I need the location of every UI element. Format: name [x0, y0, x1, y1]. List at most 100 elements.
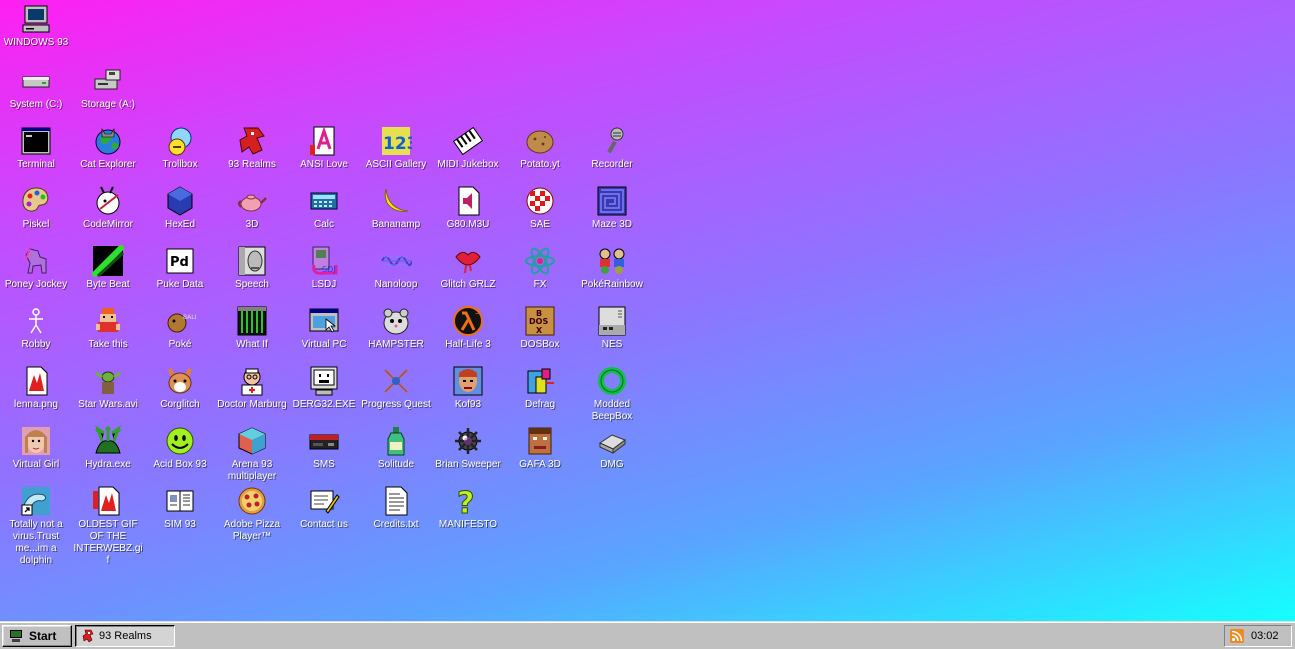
doomguy-icon — [524, 425, 556, 457]
sim-93-icon[interactable]: SIM 93 — [144, 485, 216, 531]
green-grid-icon — [236, 305, 268, 337]
maze-3d-icon[interactable]: Maze 3D — [576, 185, 648, 231]
svg-text:123: 123 — [383, 134, 412, 154]
image-file-icon — [20, 365, 52, 397]
solitude-icon[interactable]: Solitude — [360, 425, 432, 471]
hampster-icon[interactable]: HAMPSTER — [360, 305, 432, 351]
sms-icon[interactable]: SMS — [288, 425, 360, 471]
recorder-icon[interactable]: Recorder — [576, 125, 648, 171]
corgi-icon — [164, 365, 196, 397]
gafa-3d-icon[interactable]: GAFA 3D — [504, 425, 576, 471]
half-life-3-icon[interactable]: 3 Half-Life 3 — [432, 305, 504, 351]
icon-label: Potato.yt — [520, 159, 560, 170]
windows93-icon[interactable]: WINDOWS 93 — [0, 3, 72, 49]
93-realms-icon[interactable]: 93 Realms — [216, 125, 288, 171]
cat-explorer-icon[interactable]: Cat Explorer — [72, 125, 144, 171]
desktop: WINDOWS 93 System (C:) Storage (A:) Termina… — [0, 0, 1295, 621]
dmg-icon[interactable]: DMG — [576, 425, 648, 471]
oldest-gif-icon[interactable]: OLDEST GIF OF THE INTERWEBZ.gif — [72, 485, 144, 567]
storage-a-icon[interactable]: Storage (A:) — [72, 65, 144, 111]
glitch-grlz-icon[interactable]: Glitch GRLZ — [432, 245, 504, 291]
poney-jockey-icon[interactable]: Poney Jockey — [0, 245, 72, 291]
gameboy-icon: SDJ — [308, 245, 340, 277]
teapot-icon — [236, 185, 268, 217]
icon-label: LSDJ — [311, 279, 337, 290]
hydra-exe-icon[interactable]: Hydra.exe — [72, 425, 144, 471]
dolphin-virus-icon[interactable]: Totally not a virus.Trust me...im a dolp… — [0, 485, 72, 567]
g80-m3u-icon[interactable]: G80.M3U — [432, 185, 504, 231]
calc-icon[interactable]: Calc — [288, 185, 360, 231]
3d-icon[interactable]: 3D — [216, 185, 288, 231]
taskbar: Start 93 Realms 03:02 — [0, 621, 1295, 649]
potato-yt-icon[interactable]: Potato.yt — [504, 125, 576, 171]
trollbox-icon[interactable]: Trollbox — [144, 125, 216, 171]
pokerainbow-icon[interactable]: PokéRainbow — [576, 245, 648, 291]
virtual-pc-icon[interactable]: Virtual PC — [288, 305, 360, 351]
nes-console-icon — [596, 305, 628, 337]
hamster-icon — [380, 305, 412, 337]
manual-icon — [164, 485, 196, 517]
puke-data-icon[interactable]: Pd Puke Data — [144, 245, 216, 291]
hexed-icon[interactable]: HexEd — [144, 185, 216, 231]
star-wars-avi-icon[interactable]: Star Wars.avi — [72, 365, 144, 411]
icon-label: Calc — [313, 219, 334, 230]
byte-beat-icon[interactable]: Byte Beat — [72, 245, 144, 291]
icon-label: Speech — [235, 279, 269, 290]
nanoloop-icon[interactable]: Nanoloop — [360, 245, 432, 291]
doctor-icon — [236, 365, 268, 397]
kof93-icon[interactable]: Kof93 — [432, 365, 504, 411]
ascii-gallery-icon[interactable]: 123 ASCII Gallery — [360, 125, 432, 171]
icon-label: SMS — [313, 459, 335, 470]
icon-label: Half-Life 3 — [445, 339, 491, 350]
icon-label: Solitude — [377, 459, 415, 470]
manifesto-icon[interactable]: ? MANIFESTO — [432, 485, 504, 531]
ansi-love-icon[interactable]: ANSI Love — [288, 125, 360, 171]
midi-jukebox-icon[interactable]: MIDI Jukebox — [432, 125, 504, 171]
icon-label: HexEd — [164, 219, 195, 230]
dosbox-icon[interactable]: B DOS X DOSBox — [504, 305, 576, 351]
brian-sweeper-icon[interactable]: Brian Sweeper — [432, 425, 504, 471]
icon-label: Credits.txt — [373, 519, 419, 530]
nes-icon[interactable]: NES — [576, 305, 648, 351]
start-button[interactable]: Start — [2, 625, 72, 647]
sae-icon[interactable]: SAE — [504, 185, 576, 231]
take-this-icon[interactable]: Take this — [72, 305, 144, 351]
contact-us-icon[interactable]: Contact us — [288, 485, 360, 531]
taskbar-task-93-realms[interactable]: 93 Realms — [75, 625, 175, 647]
derg32-exe-icon[interactable]: DERG32.EXE — [288, 365, 360, 411]
lsdj-icon[interactable]: SDJ LSDJ — [288, 245, 360, 291]
piskel-icon[interactable]: Piskel — [0, 185, 72, 231]
fighter-portrait-icon — [452, 365, 484, 397]
speech-icon[interactable]: Speech — [216, 245, 288, 291]
doctor-marburg-icon[interactable]: Doctor Marburg — [216, 365, 288, 411]
credits-txt-icon[interactable]: Credits.txt — [360, 485, 432, 531]
system-c-icon[interactable]: System (C:) — [0, 65, 72, 111]
icon-label: DMG — [600, 459, 624, 470]
icon-label: Contact us — [300, 519, 348, 530]
dragon-icon — [236, 125, 268, 157]
lenna-png-icon[interactable]: lenna.png — [0, 365, 72, 411]
robby-icon[interactable]: Robby — [0, 305, 72, 351]
acid-box-93-icon[interactable]: Acid Box 93 — [144, 425, 216, 471]
bananamp-icon[interactable]: Bananamp — [360, 185, 432, 231]
defrag-icon[interactable]: Defrag — [504, 365, 576, 411]
rss-icon[interactable] — [1230, 629, 1244, 643]
progress-quest-icon[interactable]: Progress Quest — [360, 365, 432, 411]
terminal-icon[interactable]: Terminal — [0, 125, 72, 171]
codemirror-icon[interactable]: CodeMirror — [72, 185, 144, 231]
corglitch-icon[interactable]: Corglitch — [144, 365, 216, 411]
piano-keys-icon — [452, 125, 484, 157]
what-if-icon[interactable]: What If — [216, 305, 288, 351]
dragon-icon — [82, 629, 94, 643]
virtual-girl-icon[interactable]: Virtual Girl — [0, 425, 72, 471]
fx-icon[interactable]: FX — [504, 245, 576, 291]
modded-beepbox-icon[interactable]: Modded BeepBox — [576, 365, 648, 423]
dosbox-icon: B DOS X — [524, 305, 556, 337]
adobe-pizza-player-icon[interactable]: Adobe Pizza Player™ — [216, 485, 288, 543]
icon-label: Virtual PC — [301, 339, 347, 350]
pokeball-stuff-icon[interactable]: BALL Poké — [144, 305, 216, 351]
arena-93-multiplayer-icon[interactable]: Arena 93 multiplayer — [216, 425, 288, 483]
icon-label: NES — [601, 339, 623, 350]
icon-label: Piskel — [22, 219, 50, 230]
crossed-swords-icon — [380, 365, 412, 397]
